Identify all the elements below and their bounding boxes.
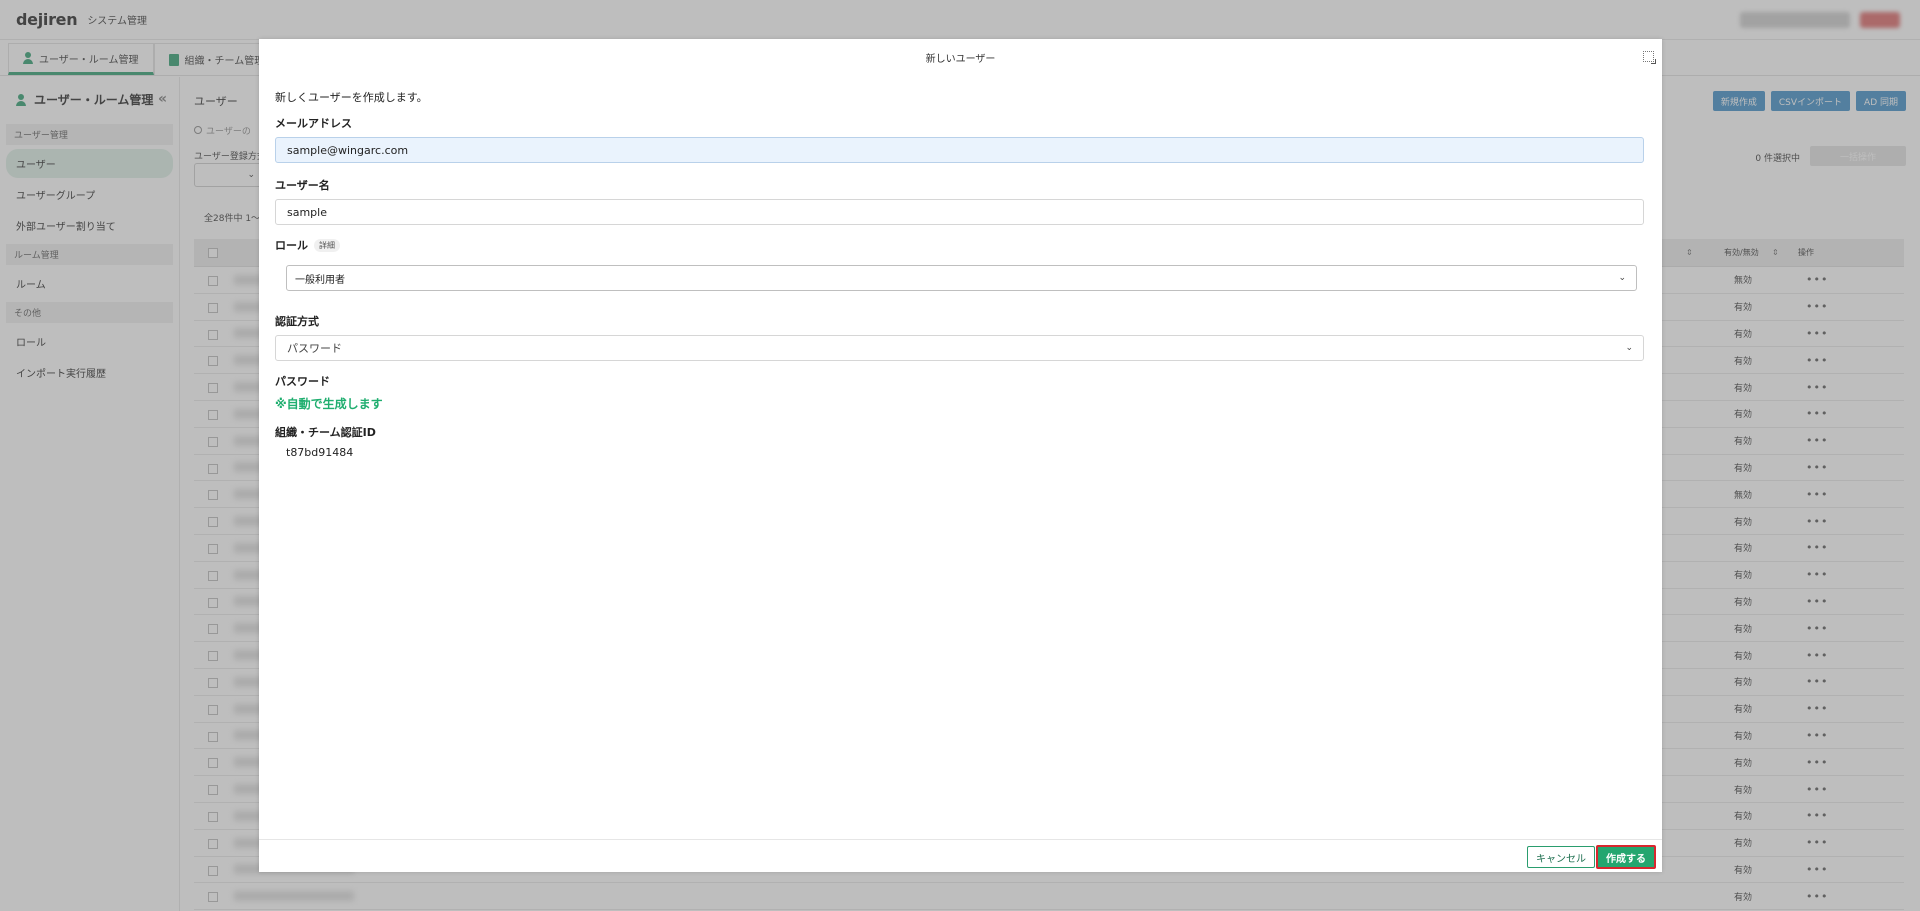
email-label: メールアドレス [275,115,1645,131]
username-field[interactable]: sample [275,199,1644,225]
dialog-title: 新しいユーザー [925,53,996,65]
password-label: パスワード [275,373,1645,389]
dialog-intro: 新しくユーザーを作成します。 [275,91,428,104]
auth-select-value: パスワード [287,342,342,355]
org-id-value: t87bd91484 [286,446,354,459]
cancel-button[interactable]: キャンセル [1527,846,1595,868]
dialog-header: 新しいユーザー [259,39,1662,75]
role-detail-badge[interactable]: 詳細 [314,238,340,252]
email-field[interactable]: sample@wingarc.com [275,137,1644,163]
dialog-footer: キャンセル 作成する [259,839,1662,872]
new-user-dialog: 新しいユーザー 新しくユーザーを作成します。 メールアドレス sample@wi… [259,39,1662,872]
create-button[interactable]: 作成する [1596,845,1656,869]
username-label: ユーザー名 [275,177,1645,193]
auth-label: 認証方式 [275,313,1645,329]
role-label: ロール 詳細 [275,237,1645,253]
auth-label-text: 認証方式 [275,315,319,328]
auth-method-select[interactable]: パスワード ⌄ [275,335,1644,361]
chevron-down-icon: ⌄ [1625,343,1633,353]
maximize-icon[interactable] [1643,51,1656,64]
org-id-label-text: 組織・チーム認証ID [275,426,376,439]
chevron-down-icon: ⌄ [1618,273,1626,283]
password-label-text: パスワード [275,375,330,388]
role-select[interactable]: 一般利用者 ⌄ [286,265,1637,291]
role-label-text: ロール [275,239,308,252]
role-select-value: 一般利用者 [295,274,345,286]
email-label-text: メールアドレス [275,117,352,130]
password-auto-note: ※自動で生成します [275,397,383,411]
org-id-label: 組織・チーム認証ID [275,424,1645,440]
username-label-text: ユーザー名 [275,179,330,192]
dialog-body: 新しくユーザーを作成します。 メールアドレス sample@wingarc.co… [275,89,1645,459]
